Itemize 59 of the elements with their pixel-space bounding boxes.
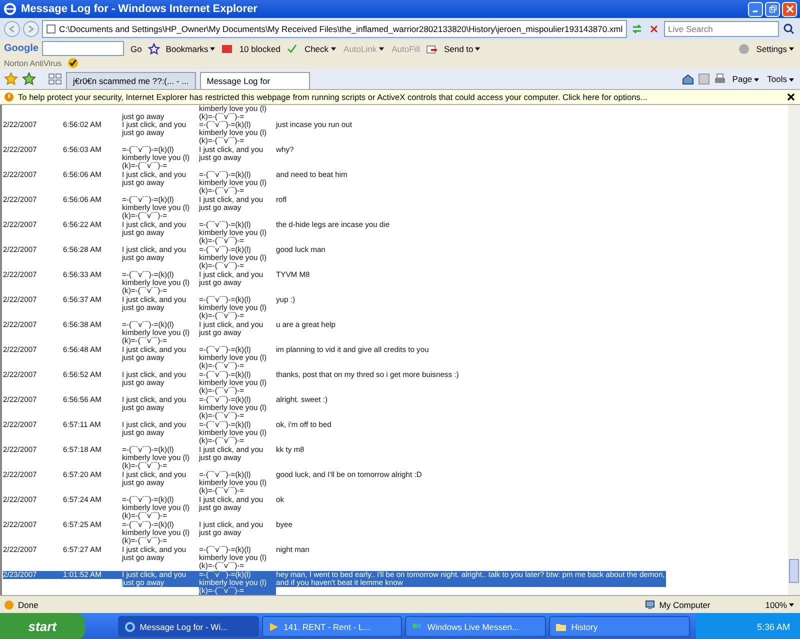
caret-icon (475, 47, 480, 52)
security-zone-text: My Computer (659, 600, 712, 610)
close-icon (786, 5, 794, 13)
status-text: Done (18, 600, 38, 610)
toolbar-search-field[interactable] (42, 41, 124, 56)
send-to-button[interactable]: Send to (442, 44, 482, 54)
antivirus-label: Norton AntiVirus (4, 58, 62, 68)
information-bar[interactable]: To help protect your security, Internet Explorer has restricted this webpage from running scripts or ActiveX controls that could access your computer. Click here for options... (0, 90, 800, 105)
start-button[interactable]: start (0, 613, 85, 639)
page-menu-button[interactable]: Page (730, 74, 762, 84)
check-button[interactable]: Check (302, 44, 338, 54)
caret-icon (789, 603, 794, 608)
close-icon[interactable] (786, 92, 796, 102)
caret-icon (378, 47, 384, 52)
send-icon (426, 42, 438, 54)
browser-tab[interactable]: Message Log for (200, 72, 310, 89)
browser-logo-icon (3, 2, 17, 16)
bookmarks-button[interactable]: Bookmarks (164, 44, 218, 54)
address-field[interactable]: C:\Documents and Settings\HP_Owner\My Documents\My Received Files\the_inflamed_warrior2802133820\History\jeroen_mispoulier193143870.xml (42, 20, 627, 38)
add-favorite-icon[interactable] (22, 72, 36, 86)
antivirus-icon[interactable] (66, 57, 79, 69)
taskbar-button[interactable]: History (549, 616, 690, 637)
star-icon[interactable] (148, 42, 160, 54)
tools-menu-button[interactable]: Tools (765, 74, 796, 84)
favorites-star-icon[interactable] (4, 72, 18, 86)
toolbar-logo: Google (4, 43, 38, 54)
spellcheck-icon (286, 42, 298, 54)
restore-icon (768, 5, 776, 13)
play-icon (268, 620, 280, 632)
settings-button[interactable]: Settings (754, 44, 796, 54)
browser-tab[interactable]: j€r0€n scammed me ??:(... - ... (66, 72, 196, 89)
minimize-button[interactable] (748, 2, 763, 16)
refresh-icon[interactable] (630, 22, 644, 36)
go-button[interactable]: Go (128, 44, 144, 54)
caret-icon (210, 47, 216, 52)
taskbar-button[interactable]: 141. RENT - Rent - L... (262, 616, 402, 637)
caret-icon (789, 47, 794, 52)
page-icon (46, 24, 56, 34)
warning-icon (4, 92, 14, 102)
search-field[interactable]: Live Search (664, 21, 779, 37)
taskbar-button[interactable]: Windows Live Messen... (405, 616, 546, 637)
close-button[interactable] (782, 2, 797, 16)
caret-icon (789, 78, 794, 82)
browser-logo-icon (124, 620, 136, 632)
computer-icon (645, 600, 656, 610)
window-title: Message Log for - Windows Internet Explorer (21, 3, 258, 15)
caret-icon (330, 47, 336, 52)
scrollbar[interactable] (788, 105, 800, 595)
zoom-button[interactable]: 100% (763, 600, 796, 610)
caret-icon (754, 78, 760, 82)
search-icon[interactable] (782, 22, 796, 36)
taskbar-button[interactable]: Message Log for - Wi... (118, 616, 259, 637)
restore-button[interactable] (765, 2, 780, 16)
quick-tabs-icon[interactable] (48, 72, 62, 86)
clock-text: 5:36 AM (756, 622, 790, 632)
home-icon[interactable] (682, 73, 694, 85)
information-bar-text: To help protect your security, Internet Explorer has restricted this webpage from running scripts or ActiveX controls that could access your computer. Click here for options... (18, 92, 648, 102)
print-icon[interactable] (714, 73, 726, 85)
popup-blocker-button[interactable]: 10 blocked (237, 44, 282, 54)
